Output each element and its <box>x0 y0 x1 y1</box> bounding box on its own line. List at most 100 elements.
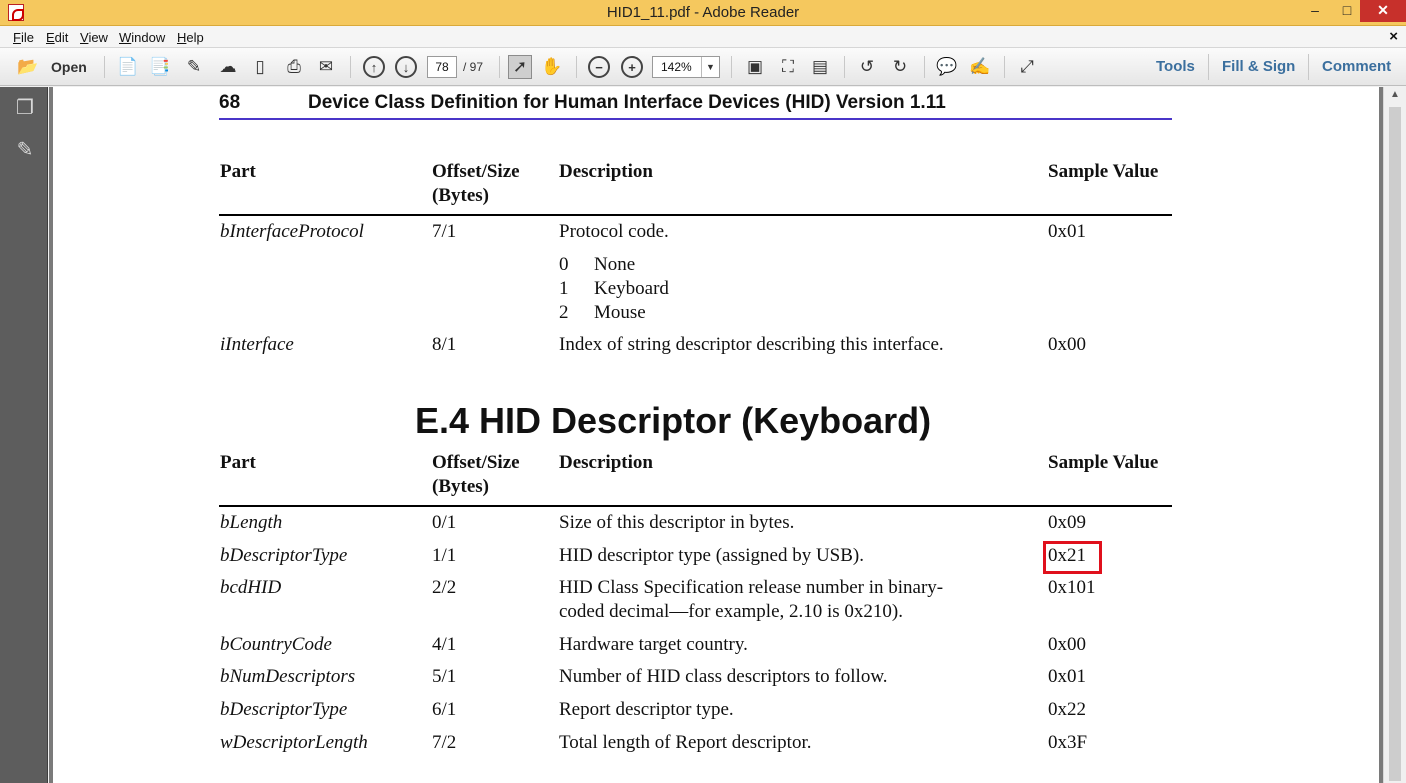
table-cell-description: Report descriptor type. <box>559 699 734 720</box>
open-folder-icon[interactable]: 📂 <box>16 55 40 79</box>
table-cell-offset: 7/1 <box>432 221 457 242</box>
page-total: / 97 <box>463 60 484 74</box>
highlight-text-icon[interactable]: ✍ <box>968 55 992 79</box>
document-view[interactable]: 68 Device Class Definition for Human Int… <box>49 87 1383 783</box>
table1-header-sample: Sample Value <box>1048 161 1159 182</box>
table-cell-description: Hardware target country. <box>559 634 748 655</box>
table-cell-description-continued: coded decimal—for example, 2.10 is 0x210… <box>559 601 904 622</box>
tools-pane-link[interactable]: Tools <box>1156 58 1195 75</box>
table-cell-sample: 0x01 <box>1048 221 1086 242</box>
table-cell-part: bLength <box>220 512 283 533</box>
protocol-code: 2 <box>559 302 569 323</box>
create-pdf-icon[interactable]: 📄 <box>116 55 140 79</box>
edit-pdf-icon[interactable]: ✎ <box>182 55 206 79</box>
title-bar: HID1_11.pdf - Adobe Reader – □ ✕ <box>0 0 1406 26</box>
email-icon[interactable]: ✉ <box>314 55 338 79</box>
toolbar: 📂 Open 📄 📑 ✎ ☁ ▯ ⎙ ✉ ↑ ↓ 78 / 97 ➚ ✋ − +… <box>0 48 1406 86</box>
table-cell-description: Size of this descriptor in bytes. <box>559 512 795 533</box>
table-cell-description: Index of string descriptor describing th… <box>559 334 944 355</box>
page-thumbnails-icon[interactable]: ❐ <box>14 95 36 119</box>
table1-header-rule <box>219 214 1172 216</box>
table2-header-description: Description <box>559 452 653 473</box>
next-page-icon[interactable]: ↓ <box>395 56 417 78</box>
table-cell-description: Total length of Report descriptor. <box>559 732 812 753</box>
separator <box>731 56 732 78</box>
document-close-icon[interactable]: × <box>1389 28 1398 45</box>
cloud-upload-icon[interactable]: ☁ <box>216 55 240 79</box>
table1-header-offset: Offset/Size <box>432 161 520 182</box>
table-cell-offset: 7/2 <box>432 732 457 753</box>
table2-header-rule <box>219 505 1172 507</box>
separator <box>844 56 845 78</box>
highlight-box <box>1043 541 1102 574</box>
page-number: 68 <box>219 92 241 113</box>
zoom-out-icon[interactable]: − <box>588 56 610 78</box>
table-cell-part: bInterfaceProtocol <box>220 221 364 242</box>
section-heading: E.4 HID Descriptor (Keyboard) <box>415 400 932 441</box>
fill-sign-pane-link[interactable]: Fill & Sign <box>1222 58 1295 75</box>
page-number-input[interactable]: 78 <box>427 56 457 78</box>
zoom-select[interactable]: 142% ▼ <box>652 56 720 78</box>
window-title: HID1_11.pdf - Adobe Reader <box>606 4 800 21</box>
table-cell-part: bcdHID <box>220 577 282 598</box>
table-cell-description: Number of HID class descriptors to follo… <box>559 666 888 687</box>
separator <box>104 56 105 78</box>
table-cell-sample: 0x101 <box>1048 577 1096 598</box>
menu-help[interactable]: Help <box>177 30 204 45</box>
scrolling-mode-icon[interactable]: ▤ <box>808 55 832 79</box>
maximize-button[interactable]: □ <box>1332 0 1362 22</box>
vertical-scrollbar[interactable]: ▲ <box>1383 87 1406 783</box>
table-cell-part: bCountryCode <box>220 634 332 655</box>
select-tool-icon[interactable]: ➚ <box>508 55 532 79</box>
export-pdf-icon[interactable]: 📑 <box>148 55 172 79</box>
table-cell-sample: 0x09 <box>1048 512 1086 533</box>
separator <box>499 56 500 78</box>
protocol-code: 0 <box>559 254 569 275</box>
protocol-label: None <box>594 254 636 275</box>
fit-width-icon[interactable]: ⛶ <box>776 55 800 79</box>
scrollbar-thumb[interactable] <box>1389 107 1401 781</box>
header-rule <box>219 118 1172 120</box>
attachments-paperclip-icon[interactable]: ✎ <box>14 137 36 161</box>
sticky-note-icon[interactable]: 💬 <box>935 55 959 79</box>
table-cell-part: bDescriptorType <box>220 699 348 720</box>
table-cell-offset: 6/1 <box>432 699 457 720</box>
table1-header-part: Part <box>220 161 256 182</box>
navigation-pane: ❐ ✎ <box>0 87 48 783</box>
chevron-down-icon[interactable]: ▼ <box>701 57 719 77</box>
table1-header-description: Description <box>559 161 653 182</box>
zoom-value: 142% <box>661 60 692 74</box>
table-cell-description: HID Class Specification release number i… <box>559 577 944 598</box>
table-cell-part: bDescriptorType <box>220 545 348 566</box>
rotate-clockwise-icon[interactable]: ↻ <box>888 55 912 79</box>
rotate-counterclockwise-icon[interactable]: ↺ <box>855 55 879 79</box>
table2-header-offset: Offset/Size <box>432 452 520 473</box>
table2-header-part: Part <box>220 452 256 473</box>
table-cell-sample: 0x00 <box>1048 334 1086 355</box>
table-cell-offset: 2/2 <box>432 577 457 598</box>
menu-file[interactable]: File <box>13 30 34 45</box>
print-icon[interactable]: ⎙ <box>282 55 306 79</box>
protocol-label: Keyboard <box>594 278 669 299</box>
full-screen-icon[interactable]: ⤢ <box>1015 55 1039 79</box>
table-cell-offset: 0/1 <box>432 512 457 533</box>
previous-page-icon[interactable]: ↑ <box>363 56 385 78</box>
table-cell-part: bNumDescriptors <box>220 666 356 687</box>
scroll-up-icon[interactable]: ▲ <box>1390 89 1400 100</box>
menu-window[interactable]: Window <box>119 30 165 45</box>
table-cell-description: HID descriptor type (assigned by USB). <box>559 545 865 566</box>
open-button[interactable]: Open <box>51 59 87 75</box>
hand-tool-icon[interactable]: ✋ <box>540 55 564 79</box>
zoom-in-icon[interactable]: + <box>621 56 643 78</box>
table-cell-part: iInterface <box>220 334 294 355</box>
menu-edit[interactable]: Edit <box>46 30 68 45</box>
menu-view[interactable]: View <box>80 30 108 45</box>
minimize-button[interactable]: – <box>1300 0 1330 22</box>
comment-pane-link[interactable]: Comment <box>1322 58 1391 75</box>
save-icon[interactable]: ▯ <box>248 55 272 79</box>
table2-header-offset-unit: (Bytes) <box>432 476 489 497</box>
close-button[interactable]: ✕ <box>1360 0 1406 22</box>
table-cell-offset: 1/1 <box>432 545 457 566</box>
table-cell-offset: 8/1 <box>432 334 457 355</box>
fit-page-icon[interactable]: ▣ <box>743 55 767 79</box>
